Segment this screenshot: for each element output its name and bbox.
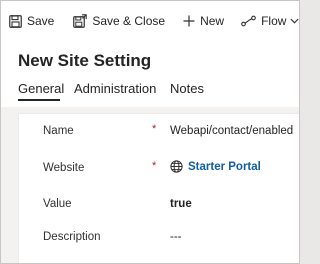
tab-administration[interactable]: Administration [74,81,156,96]
page-title: New Site Setting [18,51,152,70]
description-field[interactable]: --- [170,231,182,243]
chevron-down-icon [290,18,299,24]
new-button[interactable]: New [183,1,224,41]
description-label: Description [43,231,101,243]
required-marker: * [152,160,157,172]
field-row-website: Website * Starter Portal [19,154,299,184]
flow-button[interactable]: Flow [241,1,299,41]
field-row-name: Name * Webapi/contact/enabled [19,117,299,147]
save-button[interactable]: Save [1,1,54,41]
tab-general[interactable]: General [18,81,64,96]
save-and-close-button[interactable]: Save & Close [73,1,165,41]
name-label: Name [43,125,74,137]
selected-tab-indicator [18,99,60,101]
value-field[interactable]: true [170,198,192,210]
website-label: Website [43,162,85,174]
globe-icon [170,160,183,173]
flow-icon [241,15,256,27]
plus-icon [183,15,195,27]
tab-notes[interactable]: Notes [170,81,204,96]
command-bar: Save Save & Close New Flow [1,1,299,41]
website-link[interactable]: Starter Portal [188,161,261,173]
save-and-close-label: Save & Close [92,14,166,28]
website-lookup[interactable]: Starter Portal [170,160,261,173]
save-icon [9,14,22,28]
field-row-value: Value true [19,190,299,220]
name-field[interactable]: Webapi/contact/enabled [170,125,293,137]
general-section: Name * Webapi/contact/enabled Website * … [18,113,299,263]
required-marker: * [152,123,157,135]
save-and-close-icon [73,14,88,28]
value-label: Value [43,198,72,210]
field-row-description: Description --- [19,223,299,253]
save-label: Save [27,14,55,28]
new-label: New [200,14,225,28]
tab-list: General Administration Notes [1,77,299,101]
flow-label: Flow [261,14,287,28]
form-window: Save Save & Close New Flow New Site Sett… [0,0,300,264]
